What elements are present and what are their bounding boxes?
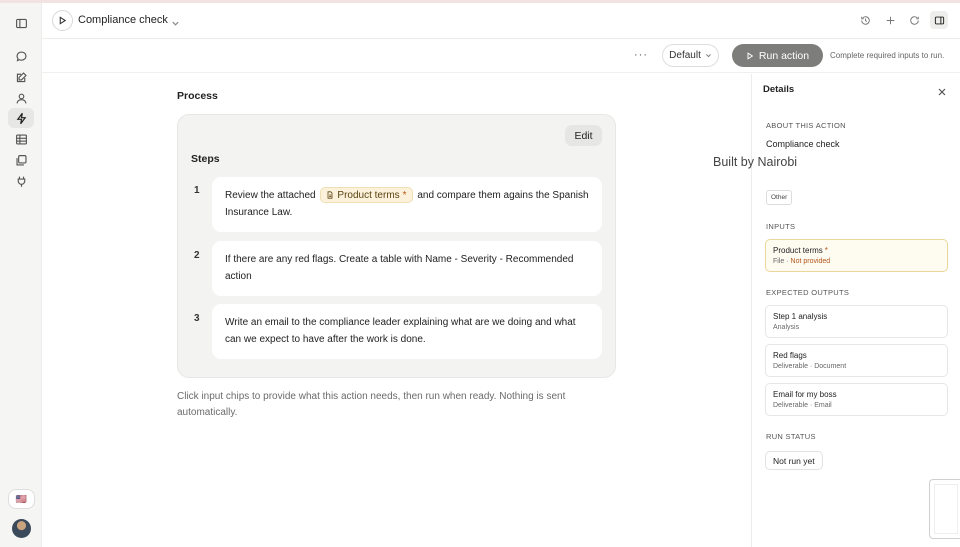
process-card: Edit Steps 1 Review the attached Product… [177, 114, 616, 378]
panel-toggle-icon[interactable] [930, 11, 948, 29]
language-flag-icon[interactable]: 🇺🇸 [8, 489, 35, 509]
play-icon[interactable] [52, 10, 73, 31]
step-text: Write an email to the compliance leader … [225, 317, 576, 345]
about-name: Compliance check [766, 139, 840, 149]
output-name: Red flags [773, 351, 807, 360]
input-name: Product terms [773, 246, 823, 255]
step-item[interactable]: Write an email to the compliance leader … [212, 304, 602, 359]
inputs-label: INPUTS [766, 222, 796, 231]
left-rail: 🇺🇸 [0, 3, 42, 547]
step-number: 1 [194, 185, 200, 196]
plus-icon[interactable] [883, 13, 897, 27]
chat-icon[interactable] [8, 46, 34, 66]
required-marker: * [402, 189, 407, 201]
history-icon[interactable] [858, 13, 872, 27]
section-title: Process [177, 90, 218, 102]
action-toolbar: ··· Default Run action Complete required… [42, 39, 960, 73]
input-chip-product-terms[interactable]: Product terms * [320, 187, 413, 204]
output-sub: Deliverable · Email [773, 402, 832, 409]
input-type: File [773, 258, 785, 265]
refresh-icon[interactable] [907, 13, 921, 27]
output-sub: Analysis [773, 324, 800, 331]
chevron-down-icon [705, 54, 711, 58]
step-item[interactable]: Review the attached Product terms * and … [212, 177, 602, 232]
user-icon[interactable] [8, 88, 34, 108]
sidebar-toggle-icon[interactable] [8, 13, 34, 33]
edit-button[interactable]: Edit [565, 125, 602, 146]
output-name: Email for my boss [773, 390, 837, 399]
details-panel: Details ABOUT THIS ACTION Compliance che… [751, 74, 960, 547]
step-number: 3 [194, 313, 200, 324]
step-item[interactable]: If there are any red flags. Create a tab… [212, 241, 602, 296]
page-title[interactable]: Compliance check [78, 14, 168, 26]
edit-note-icon[interactable] [8, 67, 34, 87]
step-text: Review the attached [225, 190, 316, 201]
output-card[interactable]: Email for my boss Deliverable · Email [765, 383, 948, 416]
steps-title: Steps [191, 153, 220, 165]
plug-icon[interactable] [8, 171, 34, 191]
chip-label: Product terms [337, 189, 400, 201]
preset-select[interactable]: Default [662, 44, 719, 67]
table-icon[interactable] [8, 129, 34, 149]
page-header: Compliance check [42, 3, 960, 39]
minimap-page [934, 484, 958, 534]
panel-title: Details [763, 84, 795, 95]
input-card-product-terms[interactable]: Product terms * File · Not provided [765, 239, 948, 272]
about-label: ABOUT THIS ACTION [766, 121, 846, 130]
run-status-label: RUN STATUS [766, 432, 816, 441]
built-by-text: Built by Nairobi [713, 155, 798, 169]
file-icon [328, 191, 333, 199]
outputs-label: EXPECTED OUTPUTS [766, 288, 850, 297]
play-icon [747, 51, 754, 60]
run-status-badge: Not run yet [765, 451, 823, 470]
close-icon[interactable] [937, 84, 947, 96]
run-hint: Complete required inputs to run. [830, 51, 945, 60]
chevron-down-icon[interactable] [171, 15, 180, 26]
step-number: 2 [194, 250, 200, 261]
output-card[interactable]: Step 1 analysis Analysis [765, 305, 948, 338]
avatar[interactable] [12, 519, 31, 538]
minimap-thumbnail[interactable] [929, 479, 960, 539]
category-badge: Other [766, 190, 793, 205]
run-action-label: Run action [758, 49, 810, 62]
footnote: Click input chips to provide what this a… [177, 391, 566, 418]
output-name: Step 1 analysis [773, 312, 828, 321]
required-marker: * [824, 246, 828, 255]
step-text: If there are any red flags. Create a tab… [225, 254, 574, 282]
output-card[interactable]: Red flags Deliverable · Document [765, 344, 948, 377]
output-sub: Deliverable · Document [773, 363, 847, 370]
preset-select-value: Default [669, 50, 701, 61]
input-status: Not provided [790, 258, 831, 265]
lightning-icon[interactable] [8, 108, 34, 128]
library-icon[interactable] [8, 150, 34, 170]
run-action-button[interactable]: Run action [732, 44, 823, 67]
more-options-button[interactable]: ··· [634, 49, 648, 61]
